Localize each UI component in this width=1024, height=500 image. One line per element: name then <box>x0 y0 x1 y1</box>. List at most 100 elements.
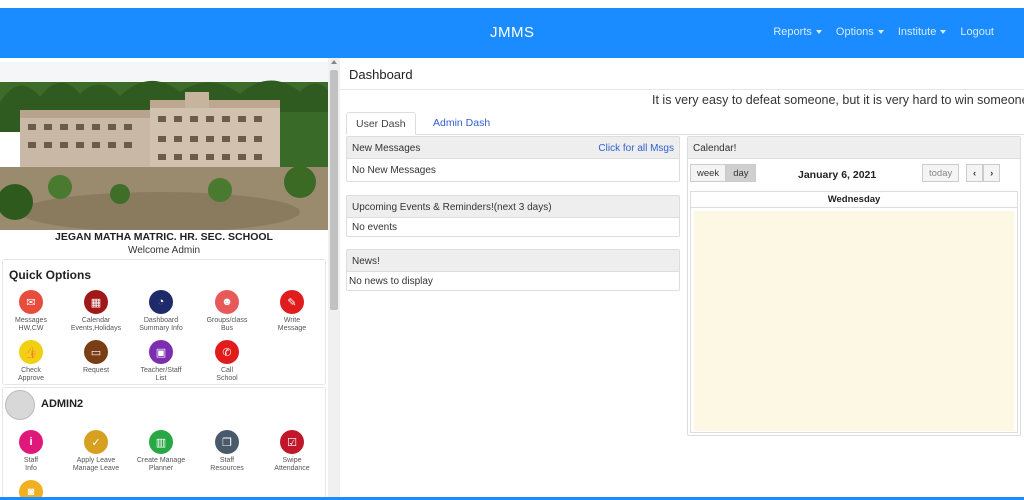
admin-option-planner[interactable]: ▥ Create Manage Planner <box>129 430 193 473</box>
caret-down-icon <box>877 30 884 35</box>
all-messages-link[interactable]: Click for all Msgs <box>598 143 674 154</box>
admin-option-label: Apply Leave Manage Leave <box>72 457 120 472</box>
calendar-header: Calendar! <box>688 137 1020 159</box>
quick-option-label: Request <box>82 367 110 374</box>
quick-option-dashboard[interactable]: ◔ Dashboard Summary Info <box>129 290 193 333</box>
chalkboard-icon: ▣ <box>149 340 173 364</box>
caret-down-icon <box>815 30 822 35</box>
quick-option-teacher-list[interactable]: ▣ Teacher/Staff List <box>129 340 193 383</box>
admin-option-resources[interactable]: ❐ Staff Resources <box>195 430 259 473</box>
calendar-grid: Wednesday <box>690 191 1018 433</box>
new-messages-title: New Messages <box>352 143 421 154</box>
tab-user-dash[interactable]: User Dash <box>346 112 416 135</box>
main-content: Dashboard It is very easy to defeat some… <box>340 58 1024 500</box>
window-top-strip <box>0 0 1024 8</box>
admin-option-leave[interactable]: ✓ Apply Leave Manage Leave <box>64 430 128 473</box>
school-photo <box>0 62 328 230</box>
users-icon: ☻ <box>215 290 239 314</box>
planner-icon: ▥ <box>149 430 173 454</box>
envelope-icon: ✉ <box>19 290 43 314</box>
sidebar: JEGAN MATHA MATRIC. HR. SEC. SCHOOL Welc… <box>0 58 340 500</box>
quick-option-label: Groups/class Bus <box>206 317 248 332</box>
phone-icon: ✆ <box>215 340 239 364</box>
quote-marquee: It is very easy to defeat someone, but i… <box>652 93 1024 107</box>
new-messages-box: New Messages Click for all Msgs No New M… <box>346 136 680 182</box>
nav-arrows: ‹ › <box>966 164 1001 182</box>
nav-reports-label: Reports <box>773 26 812 38</box>
admin-option-label: Staff Info <box>23 457 39 472</box>
quick-option-label: Check Approve <box>17 367 45 382</box>
pie-chart-icon: ◔ <box>149 290 173 314</box>
admin-option-staff-info[interactable]: i Staff Info <box>0 430 63 473</box>
news-box: News! No news to display <box>346 249 680 291</box>
quick-option-write-message[interactable]: ✎ Write Message <box>260 290 324 333</box>
admin-option-label: Create Manage Planner <box>136 457 186 472</box>
top-navbar: JMMS Reports Options Institute Logout <box>0 8 1024 58</box>
today-group: today <box>922 164 960 182</box>
new-messages-header: New Messages Click for all Msgs <box>347 137 679 159</box>
chevron-left-icon[interactable]: ‹ <box>966 164 984 182</box>
today-button[interactable]: today <box>922 164 960 182</box>
news-body: No news to display <box>349 276 433 287</box>
events-box: Upcoming Events & Reminders!(next 3 days… <box>346 195 680 237</box>
quick-option-call-school[interactable]: ✆ Call School <box>195 340 259 383</box>
calendar-box: Calendar! week day January 6, 2021 today… <box>687 136 1021 436</box>
caret-down-icon <box>940 30 947 35</box>
nav-institute-label: Institute <box>897 26 937 38</box>
nav-options[interactable]: Options <box>836 26 884 38</box>
quick-option-label: Write Message <box>277 317 307 332</box>
scroll-up-icon[interactable] <box>331 60 337 64</box>
scrollbar-thumb[interactable] <box>330 70 338 310</box>
nav-options-label: Options <box>835 26 874 38</box>
quick-option-label: Calendar Events,Holidays <box>70 317 122 332</box>
quick-option-label: Call School <box>216 367 238 382</box>
info-icon: i <box>19 430 43 454</box>
nav-institute[interactable]: Institute <box>898 26 947 38</box>
quick-options-panel: Quick Options ✉ Messages HW,CW ▦ Calenda… <box>2 259 326 385</box>
calendar-weekday: Wednesday <box>691 192 1017 208</box>
page-title: Dashboard <box>349 67 413 82</box>
quick-option-label: Teacher/Staff List <box>140 367 182 382</box>
admin-option-label: Staff Resources <box>210 457 244 472</box>
app-brand[interactable]: JMMS <box>490 24 535 41</box>
pencil-icon: ✎ <box>280 290 304 314</box>
admin-option-attendance[interactable]: ☑ Swipe Attendance <box>260 430 324 473</box>
quick-option-messages[interactable]: ✉ Messages HW,CW <box>0 290 63 333</box>
calendar-day-slot[interactable] <box>694 211 1014 431</box>
card-icon: ▭ <box>84 340 108 364</box>
calendar-controls: week day January 6, 2021 today ‹ › <box>688 161 1022 187</box>
calendar-icon: ▦ <box>84 290 108 314</box>
events-header: Upcoming Events & Reminders!(next 3 days… <box>347 196 679 218</box>
calendar-date: January 6, 2021 <box>798 169 877 181</box>
quick-option-groups[interactable]: ☻ Groups/class Bus <box>195 290 259 333</box>
admin-option-label: Swipe Attendance <box>274 457 310 472</box>
nav-logout[interactable]: Logout <box>960 26 994 38</box>
avatar <box>5 390 35 420</box>
admin-name: ADMIN2 <box>41 398 84 410</box>
sidebar-scrollbar[interactable] <box>328 58 340 500</box>
thumbs-up-icon: 👍 <box>19 340 43 364</box>
welcome-text: Welcome Admin <box>127 245 201 256</box>
tab-admin-dash[interactable]: Admin Dash <box>424 112 499 135</box>
quick-option-check-approve[interactable]: 👍 Check Approve <box>0 340 63 383</box>
news-header: News! <box>347 250 679 272</box>
quick-option-request[interactable]: ▭ Request <box>64 340 128 375</box>
view-toggle: week day <box>690 164 756 182</box>
events-body: No events <box>352 222 398 233</box>
dashboard-tabs: User Dash Admin Dash <box>346 112 1024 135</box>
title-divider <box>340 89 1024 90</box>
school-name: JEGAN MATHA MATRIC. HR. SEC. SCHOOL <box>55 231 273 243</box>
quick-option-calendar[interactable]: ▦ Calendar Events,Holidays <box>64 290 128 333</box>
quick-option-label: Dashboard Summary Info <box>139 317 183 332</box>
new-messages-body: No New Messages <box>352 165 436 176</box>
chevron-right-icon[interactable]: › <box>983 164 1001 182</box>
check-square-icon: ☑ <box>280 430 304 454</box>
calendar-check-icon: ✓ <box>84 430 108 454</box>
admin-panel: ADMIN2 i Staff Info ✓ Apply Leave Manage… <box>2 387 326 500</box>
quick-option-label: Messages HW,CW <box>15 317 47 332</box>
week-view-button[interactable]: week <box>690 164 727 182</box>
quick-options-title: Quick Options <box>9 268 92 282</box>
nav-reports[interactable]: Reports <box>773 26 822 38</box>
day-view-button[interactable]: day <box>726 164 756 182</box>
nav-menu: Reports Options Institute Logout <box>773 26 994 38</box>
